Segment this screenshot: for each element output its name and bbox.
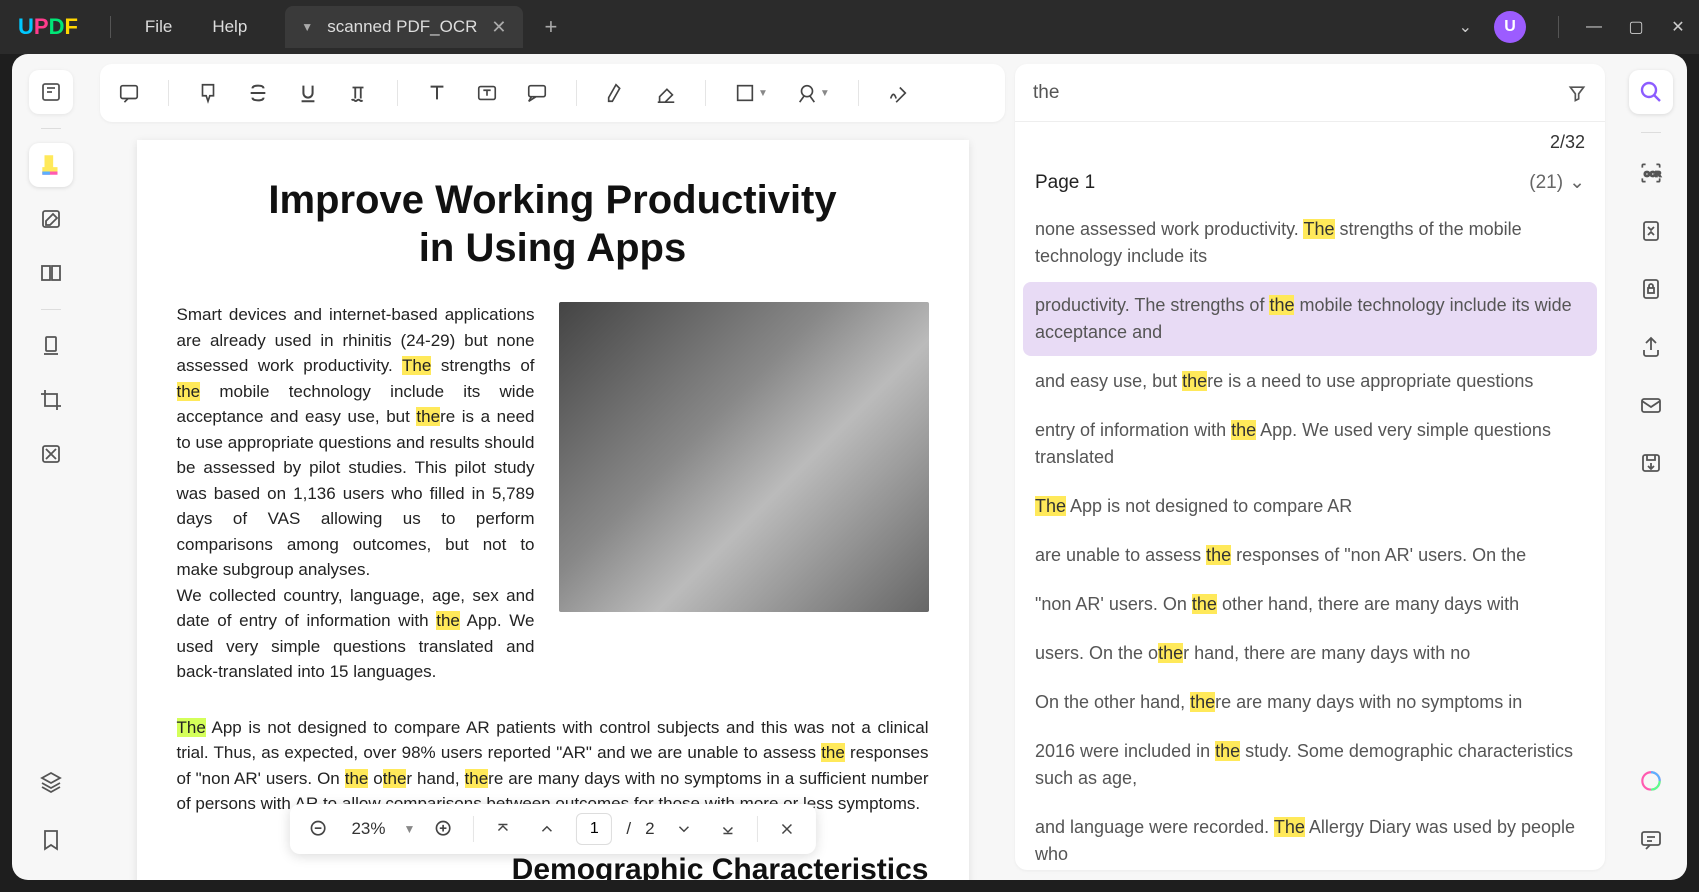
page-separator: / — [626, 819, 631, 839]
user-avatar[interactable]: U — [1494, 11, 1526, 43]
strikethrough-tool[interactable] — [247, 82, 269, 104]
divider — [41, 128, 61, 129]
stamp-tool[interactable]: ▼ — [796, 82, 830, 104]
divider — [858, 80, 859, 106]
zoom-in-button[interactable] — [429, 814, 459, 844]
layers-icon[interactable] — [29, 760, 73, 804]
page-input[interactable] — [576, 813, 612, 845]
search-button[interactable] — [1629, 70, 1673, 114]
highlight-tool[interactable] — [197, 82, 219, 104]
email-button[interactable] — [1629, 383, 1673, 427]
maximize-button[interactable]: ▢ — [1615, 11, 1657, 43]
search-result[interactable]: and easy use, but there is a need to use… — [1023, 358, 1597, 405]
divider — [1558, 16, 1559, 38]
tab-close-icon[interactable]: ✕ — [491, 17, 506, 38]
next-page-button[interactable] — [669, 814, 699, 844]
search-page-count: (21) — [1529, 172, 1563, 194]
search-panel: 2/32 Page 1 (21) ⌄ none assessed work pr… — [1015, 64, 1605, 870]
crop-tool[interactable] — [29, 378, 73, 422]
doc-subheading: Demographic Characteristics — [177, 853, 929, 881]
bookmark-icon[interactable] — [29, 818, 73, 862]
search-result[interactable]: entry of information with the App. We us… — [1023, 407, 1597, 481]
divider — [168, 80, 169, 106]
window-caret-icon[interactable]: ⌄ — [1459, 17, 1472, 37]
underline-tool[interactable] — [297, 82, 319, 104]
divider — [576, 80, 577, 106]
search-page-header[interactable]: Page 1 (21) ⌄ — [1015, 163, 1605, 206]
tab-dropdown-icon[interactable]: ▼ — [301, 20, 313, 34]
search-input[interactable] — [1033, 82, 1567, 104]
divider — [705, 80, 706, 106]
save-button[interactable] — [1629, 441, 1673, 485]
search-page-label: Page 1 — [1035, 172, 1095, 194]
divider — [397, 80, 398, 106]
search-result[interactable]: users. On the other hand, there are many… — [1023, 630, 1597, 677]
doc-image — [559, 302, 929, 612]
doc-title: Improve Working Productivityin Using App… — [177, 176, 929, 272]
new-tab-button[interactable]: + — [545, 14, 558, 40]
page-nav-bar: 23% ▼ / 2 — [289, 804, 815, 854]
document-page: Improve Working Productivityin Using App… — [137, 140, 969, 880]
chevron-down-icon: ⌄ — [1569, 171, 1585, 194]
zoom-dropdown-icon[interactable]: ▼ — [403, 822, 415, 836]
nav-close-button[interactable] — [772, 814, 802, 844]
search-result[interactable]: On the other hand, there are many days w… — [1023, 679, 1597, 726]
prev-page-button[interactable] — [532, 814, 562, 844]
app-logo: UPDF — [18, 14, 78, 40]
eraser-tool[interactable] — [655, 82, 677, 104]
signature-tool[interactable] — [887, 82, 909, 104]
minimize-button[interactable]: — — [1573, 11, 1615, 43]
divider — [1641, 132, 1661, 133]
search-result[interactable]: none assessed work productivity. The str… — [1023, 206, 1597, 280]
search-result[interactable]: productivity. The strengths of the mobil… — [1023, 282, 1597, 356]
zoom-level: 23% — [347, 819, 389, 839]
first-page-button[interactable] — [488, 814, 518, 844]
close-button[interactable]: ✕ — [1657, 11, 1699, 43]
divider — [757, 816, 758, 842]
divider — [473, 816, 474, 842]
tab-title: scanned PDF_OCR — [327, 17, 477, 37]
search-results-list: none assessed work productivity. The str… — [1015, 206, 1605, 870]
search-result[interactable]: "non AR' users. On the other hand, there… — [1023, 581, 1597, 628]
callout-tool[interactable] — [526, 82, 548, 104]
divider — [41, 309, 61, 310]
textbox-tool[interactable] — [476, 82, 498, 104]
convert-button[interactable] — [1629, 209, 1673, 253]
menu-help[interactable]: Help — [192, 17, 267, 37]
edit-tool[interactable] — [29, 197, 73, 241]
shape-tool[interactable]: ▼ — [734, 82, 768, 104]
page-tool[interactable] — [29, 251, 73, 295]
filter-icon[interactable] — [1567, 83, 1587, 103]
page-total: 2 — [645, 819, 654, 839]
comment-tool[interactable] — [29, 143, 73, 187]
search-result[interactable]: and language were recorded. The Allergy … — [1023, 804, 1597, 870]
document-tab[interactable]: ▼ scanned PDF_OCR ✕ — [285, 6, 522, 48]
squiggly-tool[interactable] — [347, 82, 369, 104]
last-page-button[interactable] — [713, 814, 743, 844]
search-result[interactable]: 2016 were included in the study. Some de… — [1023, 728, 1597, 802]
pencil-tool[interactable] — [605, 82, 627, 104]
divider — [110, 16, 111, 38]
search-result[interactable]: The App is not designed to compare AR — [1023, 483, 1597, 530]
menu-file[interactable]: File — [125, 17, 192, 37]
zoom-out-button[interactable] — [303, 814, 333, 844]
doc-paragraph: Smart devices and internet-based applica… — [177, 302, 535, 685]
share-button[interactable] — [1629, 325, 1673, 369]
search-count: 2/32 — [1015, 122, 1605, 163]
doc-paragraph-2: The App is not designed to compare AR pa… — [177, 715, 929, 817]
ocr-button[interactable]: OCR — [1629, 151, 1673, 195]
svg-text:OCR: OCR — [1644, 169, 1661, 178]
search-result[interactable]: are unable to assess the responses of "n… — [1023, 532, 1597, 579]
tools-tool[interactable] — [29, 324, 73, 368]
ai-assistant-button[interactable] — [1629, 760, 1673, 804]
reader-tool[interactable] — [29, 70, 73, 114]
protect-button[interactable] — [1629, 267, 1673, 311]
feedback-button[interactable] — [1629, 818, 1673, 862]
text-tool[interactable] — [426, 82, 448, 104]
comment-note-tool[interactable] — [118, 82, 140, 104]
redact-tool[interactable] — [29, 432, 73, 476]
